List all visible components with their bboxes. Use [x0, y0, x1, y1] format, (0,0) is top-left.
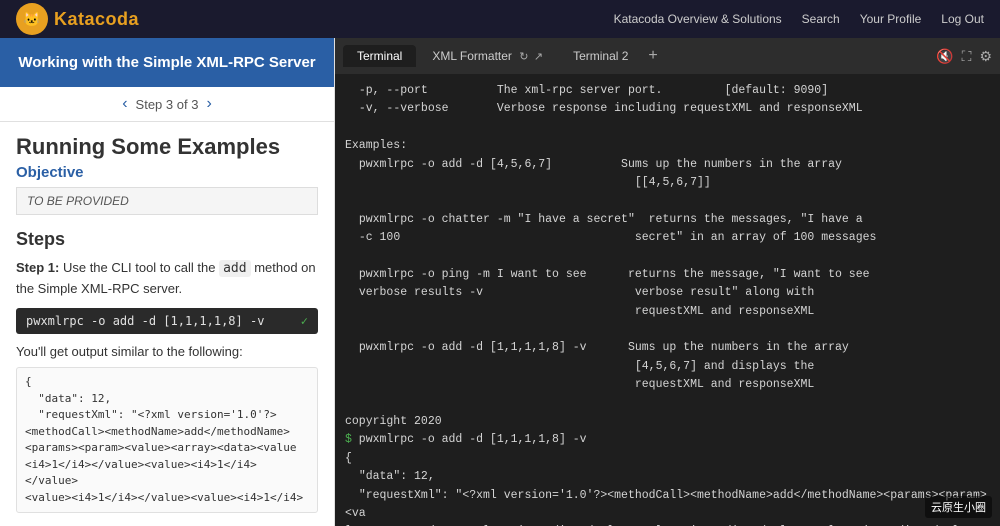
tab-xml-formatter[interactable]: XML Formatter ↻ ↗ — [418, 45, 557, 67]
tab-terminal[interactable]: Terminal — [343, 45, 416, 67]
nav-search[interactable]: Search — [802, 12, 840, 26]
nav-overview[interactable]: Katacoda Overview & Solutions — [614, 12, 782, 26]
add-tab-button[interactable]: + — [648, 47, 657, 65]
output-label: You'll get output similar to the followi… — [16, 344, 318, 359]
nav-logout[interactable]: Log Out — [941, 12, 984, 26]
next-step-button[interactable]: › — [206, 95, 211, 113]
checkmark-icon: ✓ — [301, 314, 308, 328]
nav-profile[interactable]: Your Profile — [860, 12, 922, 26]
right-panel: Terminal XML Formatter ↻ ↗ Terminal 2 + … — [335, 38, 1000, 526]
objective-label: Objective — [16, 164, 318, 181]
settings-icon[interactable]: ⚙ — [979, 48, 992, 65]
left-header: Working with the Simple XML-RPC Server — [0, 38, 334, 87]
step-indicator: Step 3 of 3 — [136, 97, 199, 112]
step1-keyword: add — [219, 260, 250, 277]
refresh-icon[interactable]: ↻ — [519, 51, 528, 63]
expand-icon[interactable]: ⛶ — [962, 48, 972, 65]
prev-step-button[interactable]: ‹ — [122, 95, 127, 113]
command-text: pwxmlrpc -o add -d [1,1,1,1,8] -v — [26, 314, 264, 328]
top-nav: 🐱 Katacoda Katacoda Overview & Solutions… — [0, 0, 1000, 38]
main-wrapper: Working with the Simple XML-RPC Server ‹… — [0, 38, 1000, 526]
left-content: Running Some Examples Objective TO BE PR… — [0, 122, 334, 526]
logo-icon: 🐱 — [16, 3, 48, 35]
terminal-body[interactable]: -p, --port The xml-rpc server port. [def… — [335, 74, 1000, 526]
section-title: Running Some Examples — [16, 134, 318, 160]
tab-terminal-2[interactable]: Terminal 2 — [559, 45, 642, 67]
objective-box: TO BE PROVIDED — [16, 187, 318, 215]
terminal-tabs: Terminal XML Formatter ↻ ↗ Terminal 2 + … — [335, 38, 1000, 74]
nav-links: Katacoda Overview & Solutions Search You… — [614, 12, 984, 26]
steps-header: Steps — [16, 229, 318, 250]
step1-label: Step 1: — [16, 260, 59, 275]
command-box[interactable]: pwxmlrpc -o add -d [1,1,1,1,8] -v ✓ — [16, 308, 318, 334]
code-output: { "data": 12, "requestXml": "<?xml versi… — [16, 367, 318, 513]
mute-icon[interactable]: 🔇 — [936, 48, 953, 65]
left-panel: Working with the Simple XML-RPC Server ‹… — [0, 38, 335, 526]
step1-text: Step 1: Use the CLI tool to call the add… — [16, 258, 318, 298]
external-link-icon[interactable]: ↗ — [534, 51, 543, 63]
watermark: 云原生小圈 — [925, 496, 992, 518]
logo-text: Katacoda — [54, 9, 139, 30]
terminal-controls: 🔇 ⛶ ⚙ — [936, 48, 992, 65]
logo-area: 🐱 Katacoda — [16, 3, 139, 35]
step-nav: ‹ Step 3 of 3 › — [0, 87, 334, 122]
